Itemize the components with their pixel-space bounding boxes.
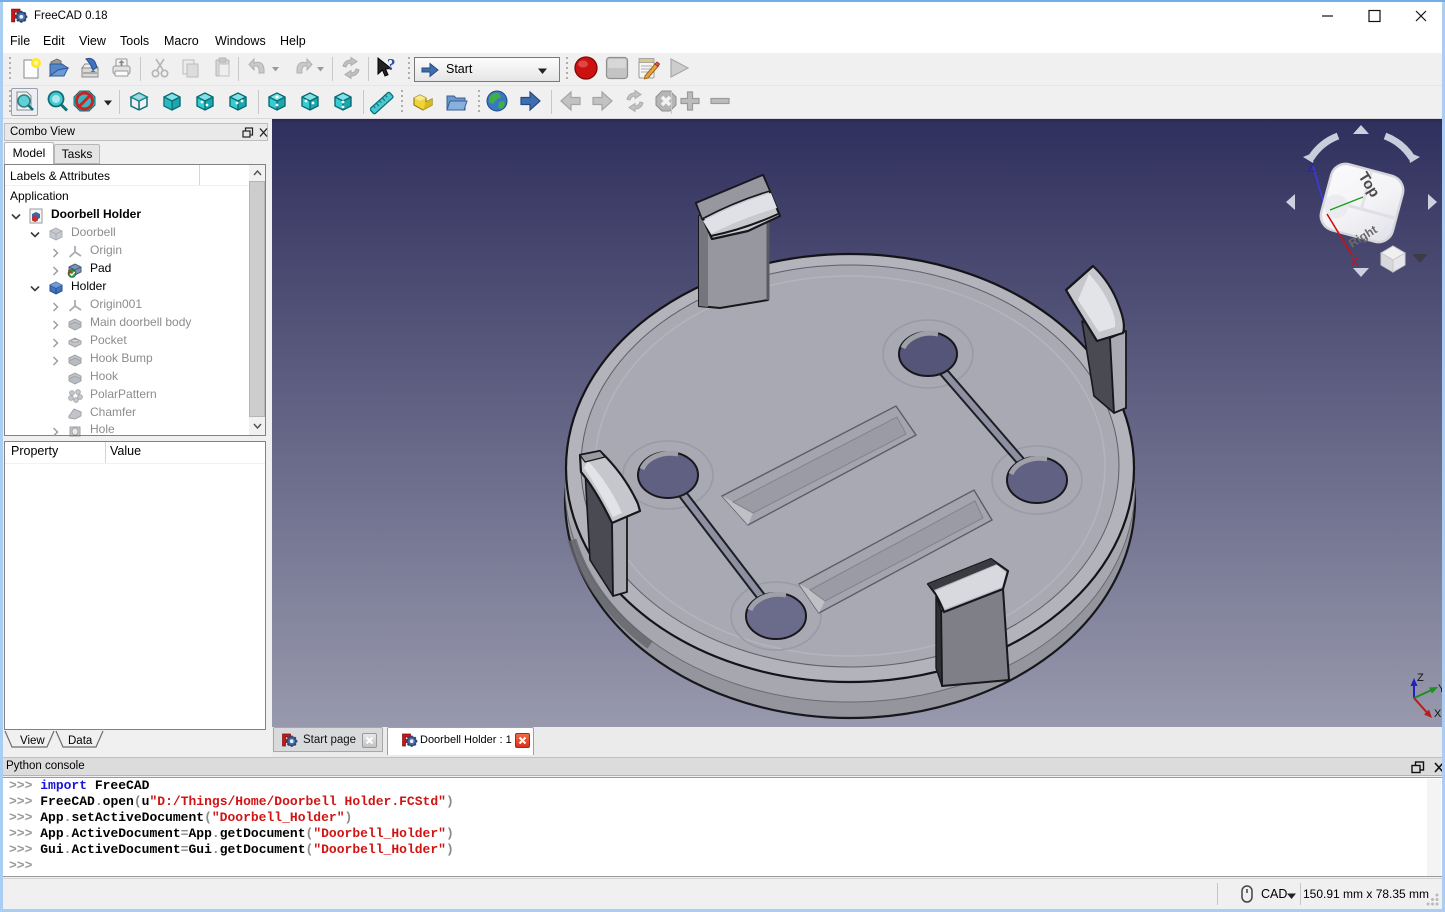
svg-text:X: X bbox=[1350, 254, 1359, 269]
svg-text:Z: Z bbox=[1417, 672, 1424, 684]
svg-text:Data: Data bbox=[68, 735, 93, 747]
svg-text:View: View bbox=[20, 735, 45, 747]
svg-text:?: ? bbox=[387, 56, 396, 74]
svg-text:X: X bbox=[1434, 708, 1442, 720]
svg-text:Z: Z bbox=[1307, 160, 1315, 175]
